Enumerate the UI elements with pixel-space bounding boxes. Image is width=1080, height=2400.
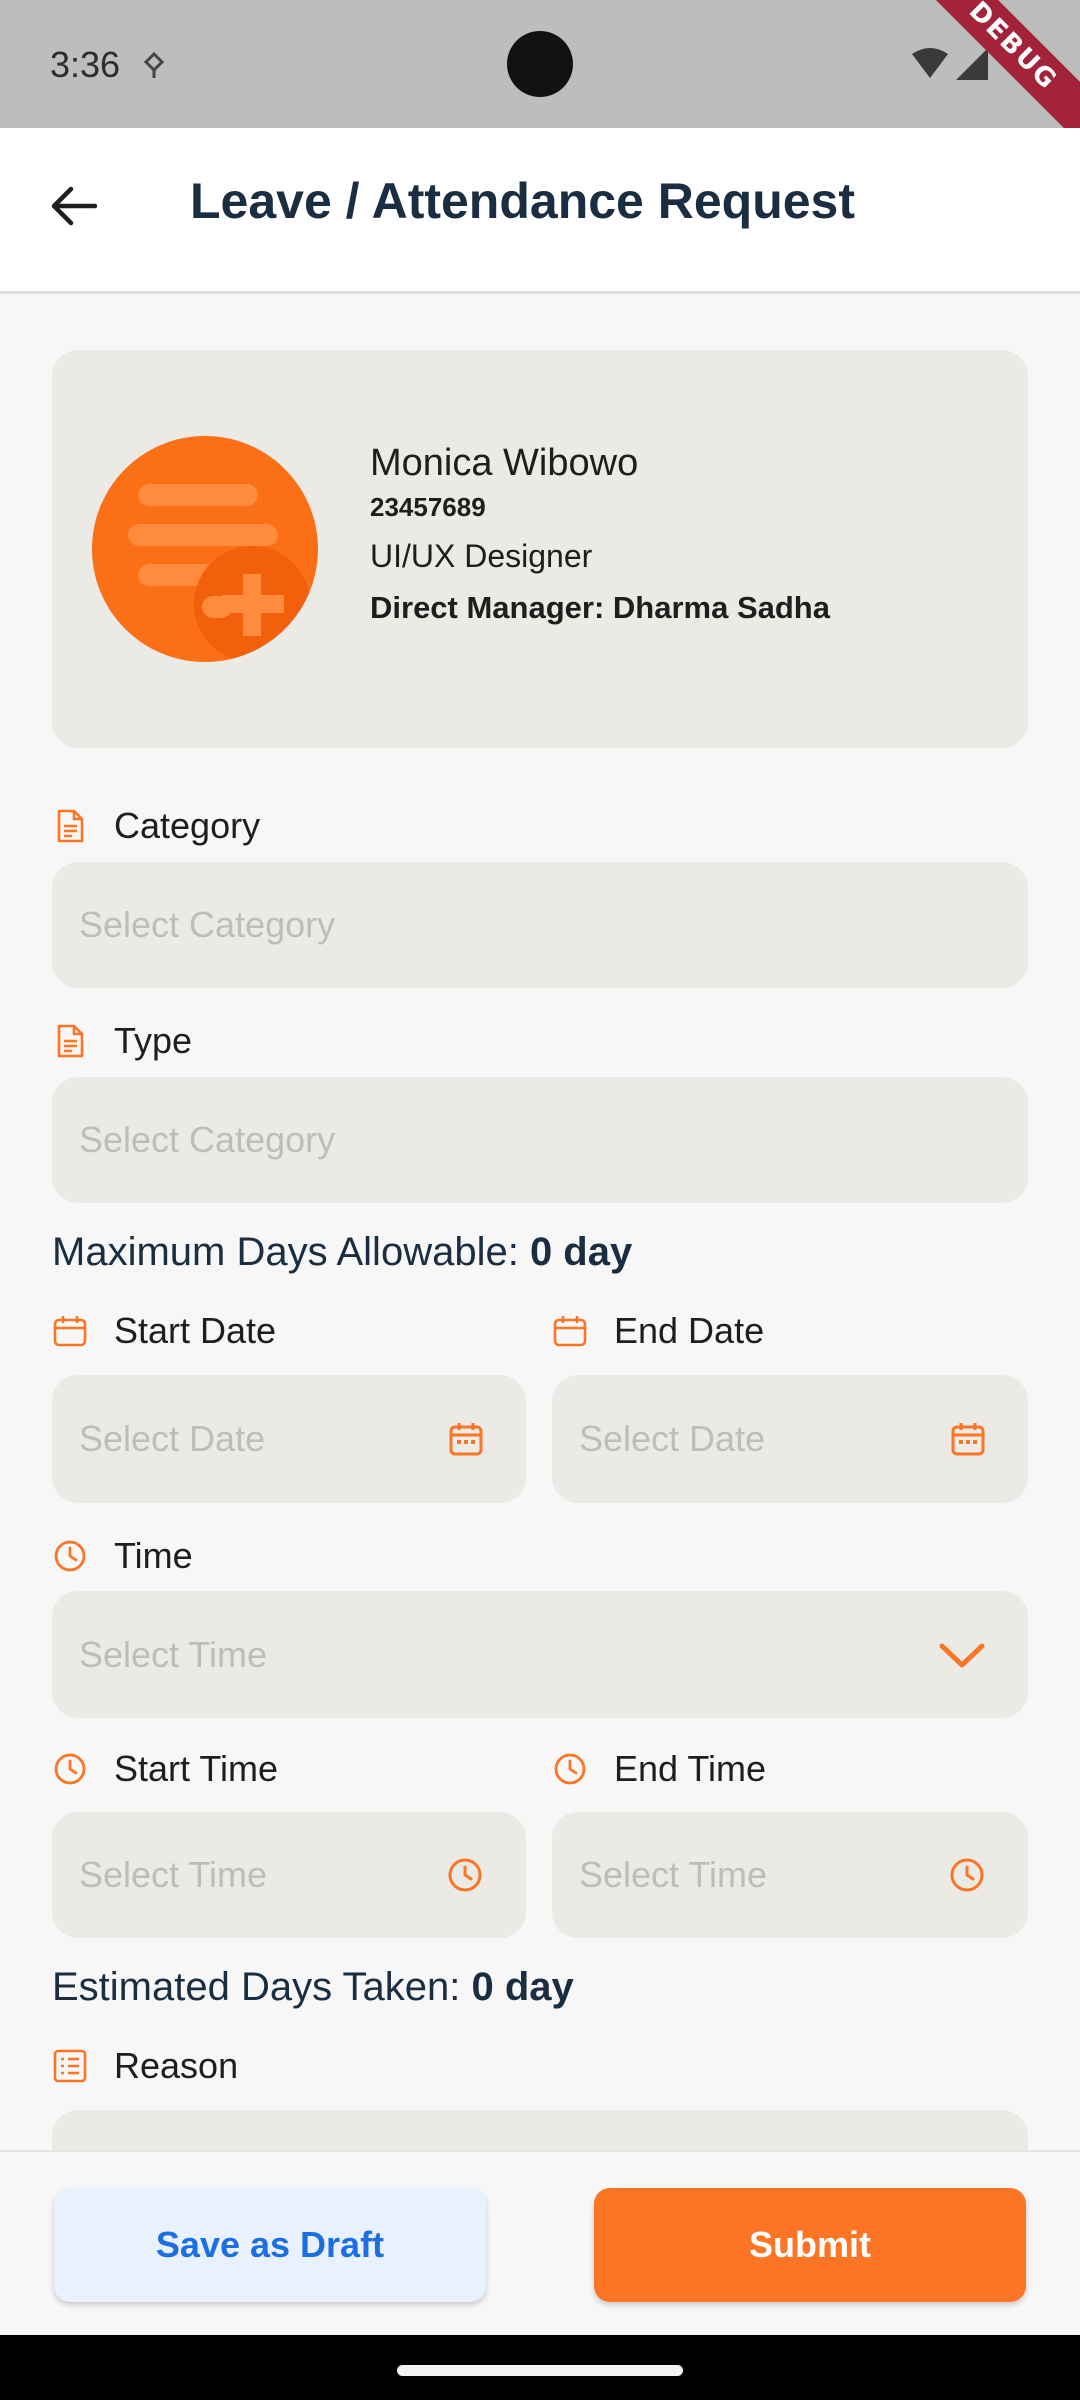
end-time-label-row: End Time [552,1748,766,1790]
back-button[interactable] [40,173,106,239]
time-placeholder: Select Time [79,1633,268,1675]
reason-label-row: Reason [52,2045,238,2087]
arrow-left-icon [51,186,97,226]
category-label-row: Category [52,805,260,847]
document-icon [57,809,84,843]
start-time-placeholder: Select Time [79,1854,268,1895]
type-select[interactable]: Select Category [52,1077,1028,1203]
category-placeholder: Select Category [79,904,336,945]
bottom-action-bar: Save as Draft Submit [0,2150,1080,2335]
avatar [92,436,318,662]
type-label-row: Type [52,1020,192,1062]
start-date-label-row: Start Date [52,1310,276,1352]
camera-cutout [507,31,573,97]
category-select[interactable]: Select Category [52,862,1028,988]
clock-icon[interactable] [948,1856,986,1894]
profile-employee-id: 23457689 [370,492,486,522]
end-date-label: End Date [614,1310,765,1351]
time-label: Time [114,1535,193,1576]
estimated-days-value: 0 day [471,1965,574,2009]
start-date-label: Start Date [114,1310,277,1351]
category-label: Category [114,805,261,846]
max-days-value: 0 day [529,1230,633,1274]
page-title: Leave / Attendance Request [190,173,856,229]
notification-icon [140,50,168,82]
profile-manager: Direct Manager: Dharma Sadha [370,590,830,625]
end-time-field[interactable]: Select Time [552,1812,1028,1938]
time-select[interactable]: Select Time [52,1591,1028,1718]
end-time-label: End Time [614,1748,767,1789]
reason-label: Reason [114,2045,239,2086]
calendar-icon[interactable] [950,1421,986,1457]
max-days-prefix: Maximum Days Allowable: [52,1230,530,1274]
status-time: 3:36 [50,44,121,85]
start-time-field[interactable]: Select Time [52,1812,526,1938]
calendar-icon [53,1316,87,1347]
start-date-placeholder: Select Date [79,1418,266,1459]
profile-role: UI/UX Designer [370,538,593,574]
start-date-field[interactable]: Select Date [52,1375,526,1503]
type-label: Type [114,1020,193,1061]
status-bar: 3:36 DEBUG [0,0,1080,150]
start-time-label-row: Start Time [52,1748,278,1790]
system-nav-bar [0,2335,1080,2400]
time-label-row: Time [52,1535,193,1577]
clock-icon [54,1540,86,1572]
end-time-placeholder: Select Time [579,1854,768,1895]
clock-icon [554,1753,586,1785]
end-date-field[interactable]: Select Date [552,1375,1028,1503]
submit-button[interactable]: Submit [594,2188,1026,2302]
end-date-label-row: End Date [552,1310,764,1352]
profile-name: Monica Wibowo [370,442,639,484]
chevron-down-icon[interactable] [938,1640,986,1670]
type-placeholder: Select Category [79,1119,336,1160]
home-gesture-handle[interactable] [397,2365,683,2376]
calendar-icon [553,1316,587,1347]
clock-icon[interactable] [446,1856,484,1894]
clock-icon [54,1753,86,1785]
calendar-icon[interactable] [448,1421,484,1457]
save-draft-button[interactable]: Save as Draft [54,2188,486,2302]
start-time-label: Start Time [114,1748,279,1789]
document-icon [57,1024,84,1058]
signal-icons [910,46,990,82]
max-days-text: Maximum Days Allowable: 0 day [52,1230,632,1275]
end-date-placeholder: Select Date [579,1418,766,1459]
app-bar: Leave / Attendance Request [0,128,1080,294]
list-icon [53,2049,87,2083]
estimated-days-prefix: Estimated Days Taken: [52,1965,472,2009]
estimated-days-text: Estimated Days Taken: 0 day [52,1965,574,2010]
profile-card: Monica Wibowo 23457689 UI/UX Designer Di… [52,350,1028,748]
